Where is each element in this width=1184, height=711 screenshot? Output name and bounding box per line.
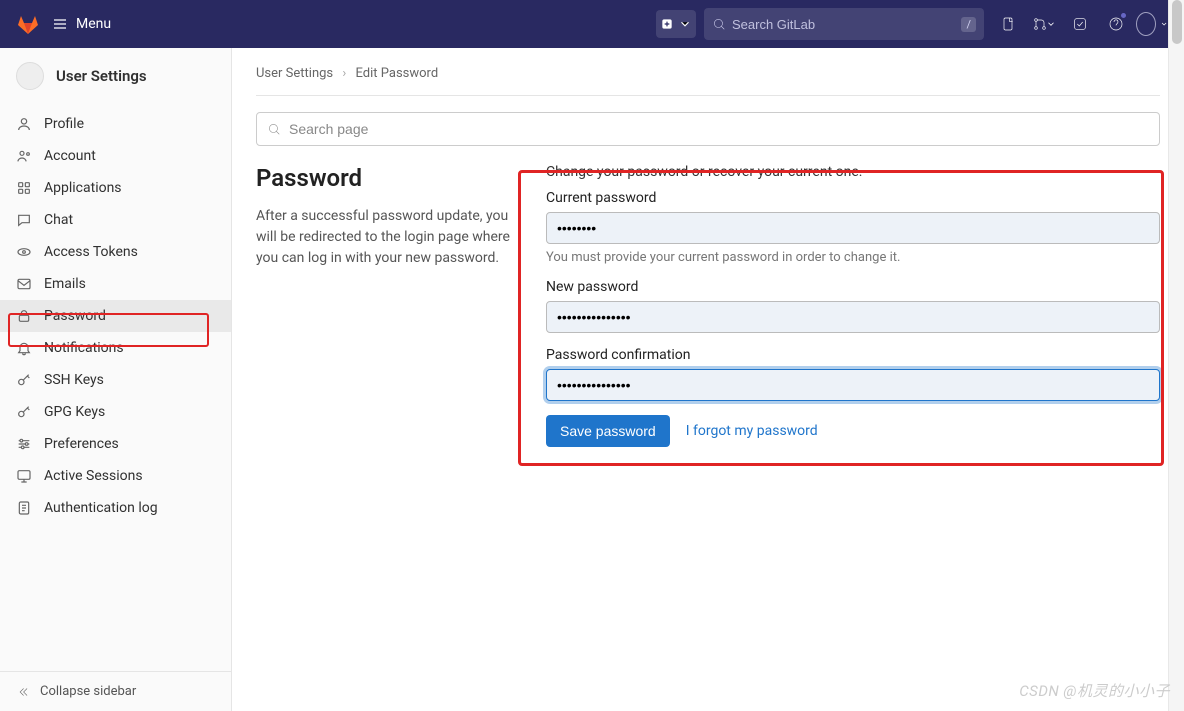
sidebar-item-profile[interactable]: Profile [0,108,231,140]
form-intro: Change your password or recover your cur… [546,164,1160,180]
sidebar-item-applications[interactable]: Applications [0,172,231,204]
sidebar-item-label: Chat [44,212,73,228]
current-password-input[interactable] [546,212,1160,244]
plus-icon [660,17,674,31]
main-content: User Settings › Edit Password Password A… [232,48,1184,711]
sidebar-item-ssh-keys[interactable]: SSH Keys [0,364,231,396]
sidebar-item-label: Account [44,148,96,164]
menu-button[interactable]: Menu [52,16,111,32]
preferences-icon [16,436,32,452]
chat-icon [16,212,32,228]
user-menu[interactable] [1136,8,1168,40]
sidebar-item-notifications[interactable]: Notifications [0,332,231,364]
avatar-icon [1136,12,1156,36]
collapse-icon [16,685,30,699]
sidebar: User Settings Profile Account Applicatio… [0,48,232,711]
search-shortcut-hint: / [961,17,976,32]
confirm-password-input[interactable] [546,369,1160,401]
check-icon [1072,16,1088,32]
new-password-label: New password [546,279,1160,295]
current-password-hint: You must provide your current password i… [546,250,1160,265]
sidebar-item-label: Notifications [44,340,124,356]
search-icon [267,122,281,136]
divider [256,95,1160,96]
scrollbar[interactable] [1168,0,1184,711]
profile-icon [16,116,32,132]
merge-requests-button[interactable] [1028,8,1060,40]
access-tokens-icon [16,244,32,260]
sidebar-header[interactable]: User Settings [0,48,231,104]
page-search-input[interactable] [289,121,1149,137]
page-description: After a successful password update, you … [256,206,526,269]
sidebar-item-chat[interactable]: Chat [0,204,231,236]
help-button[interactable] [1100,8,1132,40]
breadcrumb-separator: › [342,66,346,81]
issues-button[interactable] [992,8,1024,40]
topbar: Menu / [0,0,1184,48]
ssh-keys-icon [16,372,32,388]
sidebar-item-emails[interactable]: Emails [0,268,231,300]
global-search[interactable]: / [704,8,984,40]
gitlab-logo[interactable] [16,12,40,36]
breadcrumb: User Settings › Edit Password [256,48,1160,95]
sidebar-item-label: GPG Keys [44,404,105,420]
sidebar-item-active-sessions[interactable]: Active Sessions [0,460,231,492]
forgot-password-link[interactable]: I forgot my password [686,423,818,439]
current-password-label: Current password [546,190,1160,206]
page-title: Password [256,164,526,192]
sidebar-item-label: Applications [44,180,122,196]
emails-icon [16,276,32,292]
new-password-input[interactable] [546,301,1160,333]
sidebar-title: User Settings [56,67,147,85]
document-icon [1000,16,1016,32]
hamburger-icon [52,16,68,32]
sidebar-item-label: Password [44,308,106,324]
todos-button[interactable] [1064,8,1096,40]
sidebar-item-label: Access Tokens [44,244,138,260]
password-icon [16,308,32,324]
confirm-password-label: Password confirmation [546,347,1160,363]
sidebar-item-label: Profile [44,116,84,132]
chevron-down-icon [1160,16,1168,32]
sidebar-item-password[interactable]: Password [0,300,231,332]
page-search[interactable] [256,112,1160,146]
chevron-down-icon [678,17,692,31]
save-password-button[interactable]: Save password [546,415,670,447]
sidebar-item-gpg-keys[interactable]: GPG Keys [0,396,231,428]
menu-label: Menu [76,16,111,32]
create-new-button[interactable] [656,10,696,38]
sidebar-item-label: Preferences [44,436,119,452]
sidebar-item-account[interactable]: Account [0,140,231,172]
applications-icon [16,180,32,196]
sidebar-item-label: Authentication log [44,500,158,516]
search-icon [712,17,726,31]
sidebar-item-label: Active Sessions [44,468,143,484]
notification-dot [1120,12,1127,19]
global-search-input[interactable] [732,17,961,32]
auth-log-icon [16,500,32,516]
gpg-keys-icon [16,404,32,420]
chevron-down-icon [1046,16,1056,32]
breadcrumb-root[interactable]: User Settings [256,66,333,81]
scrollbar-thumb[interactable] [1172,0,1182,44]
collapse-label: Collapse sidebar [40,684,136,699]
account-icon [16,148,32,164]
sidebar-item-label: SSH Keys [44,372,104,388]
user-avatar [16,62,44,90]
sidebar-item-preferences[interactable]: Preferences [0,428,231,460]
active-sessions-icon [16,468,32,484]
sidebar-item-label: Emails [44,276,86,292]
sidebar-item-access-tokens[interactable]: Access Tokens [0,236,231,268]
breadcrumb-current[interactable]: Edit Password [356,66,439,81]
collapse-sidebar-button[interactable]: Collapse sidebar [0,671,231,711]
notifications-icon [16,340,32,356]
sidebar-item-auth-log[interactable]: Authentication log [0,492,231,524]
